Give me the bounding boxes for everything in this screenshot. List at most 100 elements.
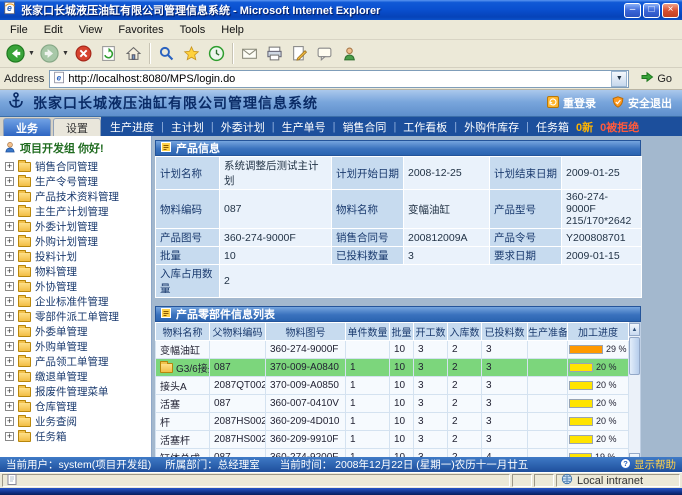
home-icon[interactable] — [121, 41, 146, 66]
parts-row[interactable]: 活塞杆2087HS002360-209-9910F11032320 % — [156, 431, 629, 449]
sidebar-item[interactable]: +零部件派工单管理 — [0, 309, 151, 324]
sidebar-item[interactable]: +企业标准件管理 — [0, 294, 151, 309]
parts-row[interactable]: 变幅油缸360-274-9000F1032329 % — [156, 341, 629, 359]
close-button[interactable]: × — [662, 3, 679, 18]
expand-icon[interactable]: + — [5, 267, 14, 276]
tab-settings[interactable]: 设置 — [53, 118, 101, 136]
parts-scrollbar[interactable]: ▲ ▼ — [629, 322, 641, 457]
expand-icon[interactable]: + — [5, 357, 14, 366]
scroll-track[interactable] — [629, 336, 640, 453]
tab-business[interactable]: 业务 — [3, 118, 51, 136]
menu-item-view[interactable]: View — [71, 22, 111, 38]
dropdown-caret-icon[interactable]: ▼ — [28, 50, 37, 57]
maximize-button[interactable]: □ — [643, 3, 660, 18]
sidebar-item[interactable]: +外协管理 — [0, 279, 151, 294]
expand-icon[interactable]: + — [5, 222, 14, 231]
address-input[interactable] — [68, 71, 609, 86]
expand-icon[interactable]: + — [5, 162, 14, 171]
nav-item[interactable]: 生产进度 — [110, 119, 154, 135]
history-icon[interactable] — [204, 41, 229, 66]
parts-row[interactable]: 活塞087360-007-0410V11032320 % — [156, 395, 629, 413]
discuss-icon[interactable] — [312, 41, 337, 66]
expand-icon[interactable]: + — [5, 327, 14, 336]
parts-row[interactable]: 接头A2087QT002370-009-A085011032320 % — [156, 377, 629, 395]
search-icon[interactable] — [154, 41, 179, 66]
nav-item[interactable]: 工作看板 — [403, 119, 447, 135]
sidebar-item[interactable]: +外购单管理 — [0, 339, 151, 354]
refresh-icon[interactable] — [96, 41, 121, 66]
parts-cell: 3 — [414, 449, 448, 458]
nav-item[interactable]: 外购件库存 — [464, 119, 519, 135]
go-button[interactable]: Go — [634, 70, 678, 87]
progress-bar — [569, 345, 603, 354]
menu-item-favorites[interactable]: Favorites — [110, 22, 171, 38]
parts-row[interactable]: G3/6接头087370-009-A084011032320 % — [156, 359, 629, 377]
nav-item[interactable]: 销售合同 — [342, 119, 386, 135]
nav-item[interactable]: 任务箱 — [536, 119, 569, 135]
expand-icon[interactable]: + — [5, 237, 14, 246]
sidebar-item[interactable]: +外委单管理 — [0, 324, 151, 339]
address-dropdown-button[interactable]: ▼ — [611, 71, 627, 87]
expand-icon[interactable]: + — [5, 372, 14, 381]
nav-item[interactable]: 主计划 — [171, 119, 204, 135]
menu-item-tools[interactable]: Tools — [172, 22, 214, 38]
stop-icon[interactable] — [71, 41, 96, 66]
title-bar[interactable]: e 张家口长城液压油缸有限公司管理信息系统 - Microsoft Intern… — [0, 0, 682, 20]
favorites-icon[interactable] — [179, 41, 204, 66]
nav-item[interactable]: 生产单号 — [282, 119, 326, 135]
minimize-button[interactable]: – — [624, 3, 641, 18]
nav-item[interactable]: 外委计划 — [221, 119, 265, 135]
sidebar-item[interactable]: +外购计划管理 — [0, 234, 151, 249]
scroll-up-button[interactable]: ▲ — [629, 323, 640, 336]
expand-icon[interactable]: + — [5, 177, 14, 186]
menu-item-help[interactable]: Help — [213, 22, 252, 38]
expand-icon[interactable]: + — [5, 342, 14, 351]
sidebar-item[interactable]: +业务查阅 — [0, 414, 151, 429]
expand-icon[interactable]: + — [5, 297, 14, 306]
show-help-button[interactable]: ? 显示帮助 — [620, 457, 676, 472]
menu-item-file[interactable]: File — [2, 22, 36, 38]
parts-row[interactable]: 缸体总成087360-274-9200F11032419 % — [156, 449, 629, 458]
relogin-label: 重登录 — [563, 95, 596, 111]
mail-icon[interactable] — [237, 41, 262, 66]
messenger-icon[interactable] — [337, 41, 362, 66]
expand-icon[interactable]: + — [5, 252, 14, 261]
menu-item-edit[interactable]: Edit — [36, 22, 71, 38]
expand-icon[interactable]: + — [5, 312, 14, 321]
relogin-button[interactable]: 重登录 — [547, 95, 596, 111]
parts-cell: 370-009-A0840 — [266, 359, 346, 377]
sidebar-item[interactable]: +投料计划 — [0, 249, 151, 264]
sidebar-item[interactable]: +外委计划管理 — [0, 219, 151, 234]
section-icon — [161, 308, 171, 321]
dropdown-caret-icon[interactable]: ▼ — [62, 50, 71, 57]
expand-icon[interactable]: + — [5, 402, 14, 411]
info-label: 产品型号 — [490, 190, 562, 229]
sidebar-item[interactable]: +主生产计划管理 — [0, 204, 151, 219]
forward-icon[interactable] — [37, 41, 62, 66]
department-text: 所属部门：总经理室 — [165, 457, 260, 472]
logout-button[interactable]: 安全退出 — [612, 95, 672, 111]
sidebar-item[interactable]: +产品技术资料管理 — [0, 189, 151, 204]
expand-icon[interactable]: + — [5, 282, 14, 291]
print-icon[interactable] — [262, 41, 287, 66]
sidebar-item[interactable]: +任务箱 — [0, 429, 151, 444]
parts-row[interactable]: 杆2087HS002360-209-4D01011032320 % — [156, 413, 629, 431]
edit-icon[interactable] — [287, 41, 312, 66]
parts-cell: 360-007-0410V — [266, 395, 346, 413]
parts-cell: 4 — [482, 449, 528, 458]
nav-separator: | — [393, 121, 396, 133]
expand-icon[interactable]: + — [5, 432, 14, 441]
sidebar-item[interactable]: +缴退单管理 — [0, 369, 151, 384]
expand-icon[interactable]: + — [5, 387, 14, 396]
scroll-thumb[interactable] — [629, 337, 640, 375]
expand-icon[interactable]: + — [5, 207, 14, 216]
sidebar-item[interactable]: +报废件管理菜单 — [0, 384, 151, 399]
sidebar-item[interactable]: +销售合同管理 — [0, 159, 151, 174]
sidebar-item[interactable]: +生产令号管理 — [0, 174, 151, 189]
expand-icon[interactable]: + — [5, 192, 14, 201]
sidebar-item[interactable]: +物料管理 — [0, 264, 151, 279]
expand-icon[interactable]: + — [5, 417, 14, 426]
back-icon[interactable] — [3, 41, 28, 66]
sidebar-item[interactable]: +仓库管理 — [0, 399, 151, 414]
sidebar-item[interactable]: +产品领工单管理 — [0, 354, 151, 369]
